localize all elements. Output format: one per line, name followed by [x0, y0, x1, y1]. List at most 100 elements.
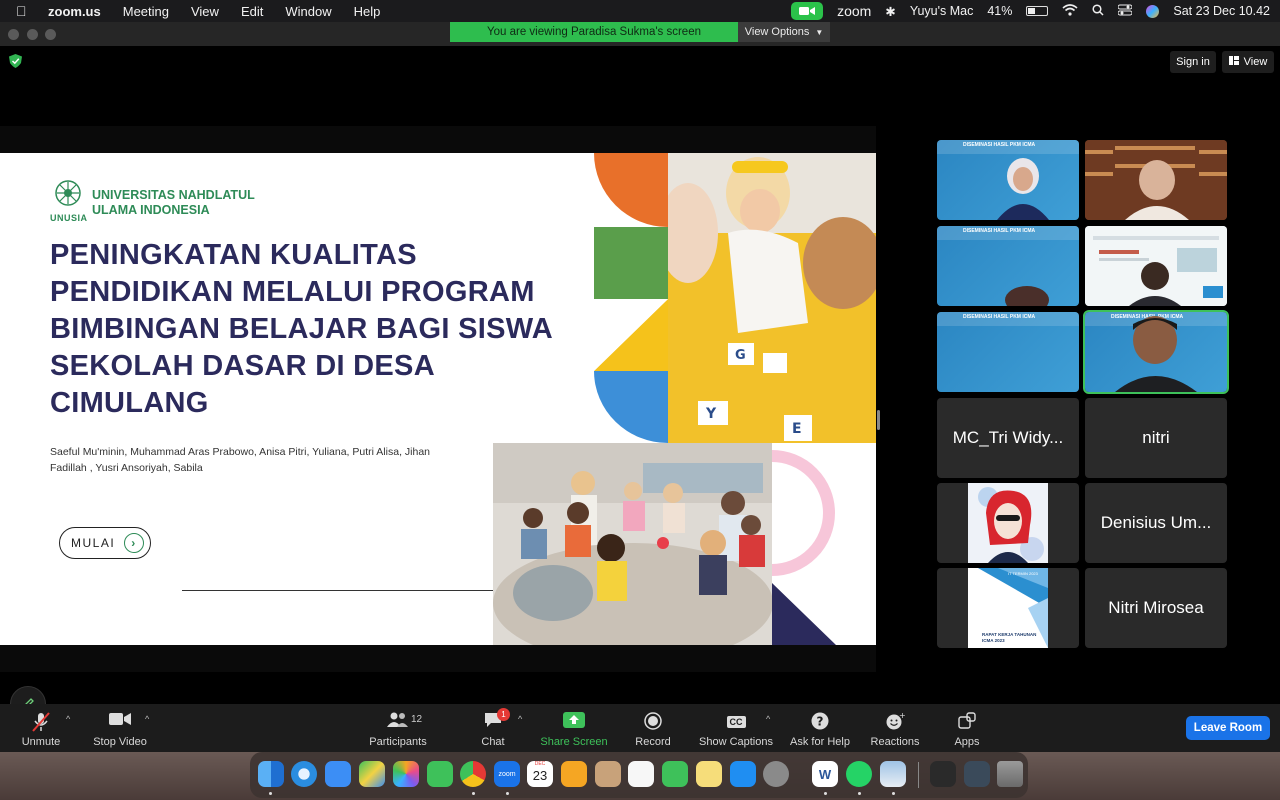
video-tile-10[interactable]: IT TERMIN 2023 RAPAT KERJA TAHUNAN ICMA …: [937, 568, 1079, 648]
mulai-button[interactable]: MULAI ›: [59, 527, 151, 559]
doc-text-top: IT TERMIN 2023: [1008, 571, 1038, 576]
participant-video: [1005, 286, 1049, 306]
presentation-header-text: DISEMINASI HASIL PKM ICMA: [963, 314, 1036, 320]
video-tile-3[interactable]: DISEMINASI HASIL PKM ICMA: [937, 226, 1079, 306]
mail-icon[interactable]: [325, 761, 351, 787]
bluetooth-icon[interactable]: ✱: [885, 4, 895, 19]
app-store-icon[interactable]: [730, 761, 756, 787]
apple-icon[interactable]: : [16, 3, 36, 19]
video-tile-active-speaker[interactable]: DISEMINASI HASIL PKM ICMA: [1083, 310, 1229, 394]
yellow-triangle-shape: [594, 299, 668, 371]
encryption-shield-icon[interactable]: [9, 54, 22, 68]
presentation-background: DISEMINASI HASIL PKM ICMA: [937, 312, 1079, 392]
zoom-menu-label[interactable]: zoom: [837, 3, 871, 19]
participants-label: Participants: [369, 736, 427, 748]
running-indicator: [824, 792, 827, 795]
search-icon[interactable]: [1092, 3, 1104, 19]
apps-button[interactable]: Apps: [922, 708, 1012, 750]
record-button[interactable]: Record: [608, 708, 698, 750]
video-options-chevron-icon[interactable]: ^: [145, 714, 149, 724]
zoom-app-icon[interactable]: zoom: [494, 761, 520, 787]
chat-options-chevron-icon[interactable]: ^: [518, 714, 522, 724]
menu-view[interactable]: View: [191, 4, 219, 19]
video-tile-9[interactable]: Denisius Um...: [1085, 483, 1227, 563]
chrome-icon[interactable]: [460, 761, 486, 787]
participant-video: [1085, 226, 1227, 306]
messages-icon[interactable]: [427, 761, 453, 787]
downloads-stack-icon[interactable]: [964, 761, 990, 787]
zoom-window-button[interactable]: [45, 29, 56, 40]
view-label: View: [1243, 56, 1268, 68]
camera-indicator-icon[interactable]: [791, 2, 824, 20]
video-tile-7[interactable]: nitri: [1085, 398, 1227, 478]
menu-datetime[interactable]: Sat 23 Dec 10.42: [1173, 4, 1270, 18]
captions-options-chevron-icon[interactable]: ^: [766, 714, 770, 724]
preview-icon[interactable]: [880, 761, 906, 787]
contacts-icon[interactable]: [595, 761, 621, 787]
view-button[interactable]: View: [1222, 51, 1274, 73]
battery-icon[interactable]: [1026, 6, 1049, 16]
menu-bar:  zoom.us Meeting View Edit Window Help …: [0, 0, 1280, 22]
stop-video-button[interactable]: Stop Video: [75, 708, 165, 750]
menu-app-name[interactable]: zoom.us: [48, 4, 101, 19]
whatsapp-icon[interactable]: [846, 761, 872, 787]
reminders-icon[interactable]: [628, 761, 654, 787]
menu-window[interactable]: Window: [285, 4, 331, 19]
record-label: Record: [635, 736, 671, 748]
trash-icon[interactable]: [997, 761, 1023, 787]
menu-meeting[interactable]: Meeting: [123, 4, 169, 19]
safari-icon[interactable]: [291, 761, 317, 787]
word-icon[interactable]: W: [812, 761, 838, 787]
slide-authors: Saeful Mu'minin, Muhammad Aras Prabowo, …: [50, 446, 430, 474]
photos-icon[interactable]: [393, 761, 419, 787]
maps-icon[interactable]: [359, 761, 385, 787]
menu-help[interactable]: Help: [354, 4, 381, 19]
chat-button[interactable]: 1 Chat: [448, 708, 538, 750]
unmute-button[interactable]: Unmute: [0, 708, 86, 750]
show-captions-label: Show Captions: [699, 736, 773, 748]
video-tile-6[interactable]: MC_Tri Widy...: [937, 398, 1079, 478]
sign-in-button[interactable]: Sign in: [1170, 51, 1216, 73]
calendar-icon[interactable]: DEC 23: [527, 761, 553, 787]
video-tile-2[interactable]: [1085, 140, 1227, 220]
leave-room-button[interactable]: Leave Room: [1186, 716, 1270, 740]
participants-button[interactable]: 12 Participants: [353, 708, 443, 750]
pink-ring-shape: [772, 450, 835, 576]
svg-text:Y: Y: [705, 406, 717, 422]
close-window-button[interactable]: [8, 29, 19, 40]
participants-count: 12: [411, 714, 423, 725]
siri-icon[interactable]: [1146, 4, 1160, 18]
title-bar: You are viewing Paradisa Sukma's screen …: [0, 22, 1280, 46]
logo-text: UNUSIA: [50, 213, 88, 223]
device-name[interactable]: Yuyu's Mac: [910, 4, 974, 18]
view-options-button[interactable]: View Options ▼: [738, 22, 830, 42]
participant-name: Nitri Mirosea: [1108, 598, 1204, 617]
video-tile-4[interactable]: [1085, 226, 1227, 306]
meeting-content: Sign in View UNUSIA UNIVERSITAS NAHDLATU…: [0, 46, 1280, 722]
finder-icon[interactable]: [258, 761, 284, 787]
video-tile-5[interactable]: DISEMINASI HASIL PKM ICMA: [937, 312, 1079, 392]
shared-screen[interactable]: UNUSIA UNIVERSITAS NAHDLATUL ULAMA INDON…: [0, 126, 876, 672]
video-tile-11[interactable]: Nitri Mirosea: [1085, 568, 1227, 648]
navy-triangle-shape: [772, 583, 836, 645]
view-layout-icon: [1228, 56, 1239, 68]
menu-edit[interactable]: Edit: [241, 4, 263, 19]
macos-dock: zoom DEC 23 W: [250, 752, 1028, 798]
share-screen-button[interactable]: Share Screen: [529, 708, 619, 750]
control-center-icon[interactable]: [1117, 4, 1133, 19]
facetime-icon[interactable]: [662, 761, 688, 787]
video-tile-8[interactable]: [937, 483, 1079, 563]
notes-icon[interactable]: [696, 761, 722, 787]
system-preferences-icon[interactable]: [763, 761, 789, 787]
captions-cc-text: CC: [726, 716, 746, 728]
audio-options-chevron-icon[interactable]: ^: [66, 714, 70, 724]
video-tile-1[interactable]: DISEMINASI HASIL PKM ICMA: [937, 140, 1079, 220]
presentation-header-text: DISEMINASI HASIL PKM ICMA: [963, 228, 1036, 234]
chevron-right-icon: ›: [124, 533, 144, 553]
calendar-day: 23: [532, 768, 548, 783]
minimize-window-button[interactable]: [27, 29, 38, 40]
panel-resize-handle[interactable]: [877, 410, 880, 430]
wifi-icon[interactable]: [1062, 3, 1078, 19]
screenshot-stack-icon[interactable]: [930, 761, 956, 787]
pages-icon[interactable]: [561, 761, 587, 787]
